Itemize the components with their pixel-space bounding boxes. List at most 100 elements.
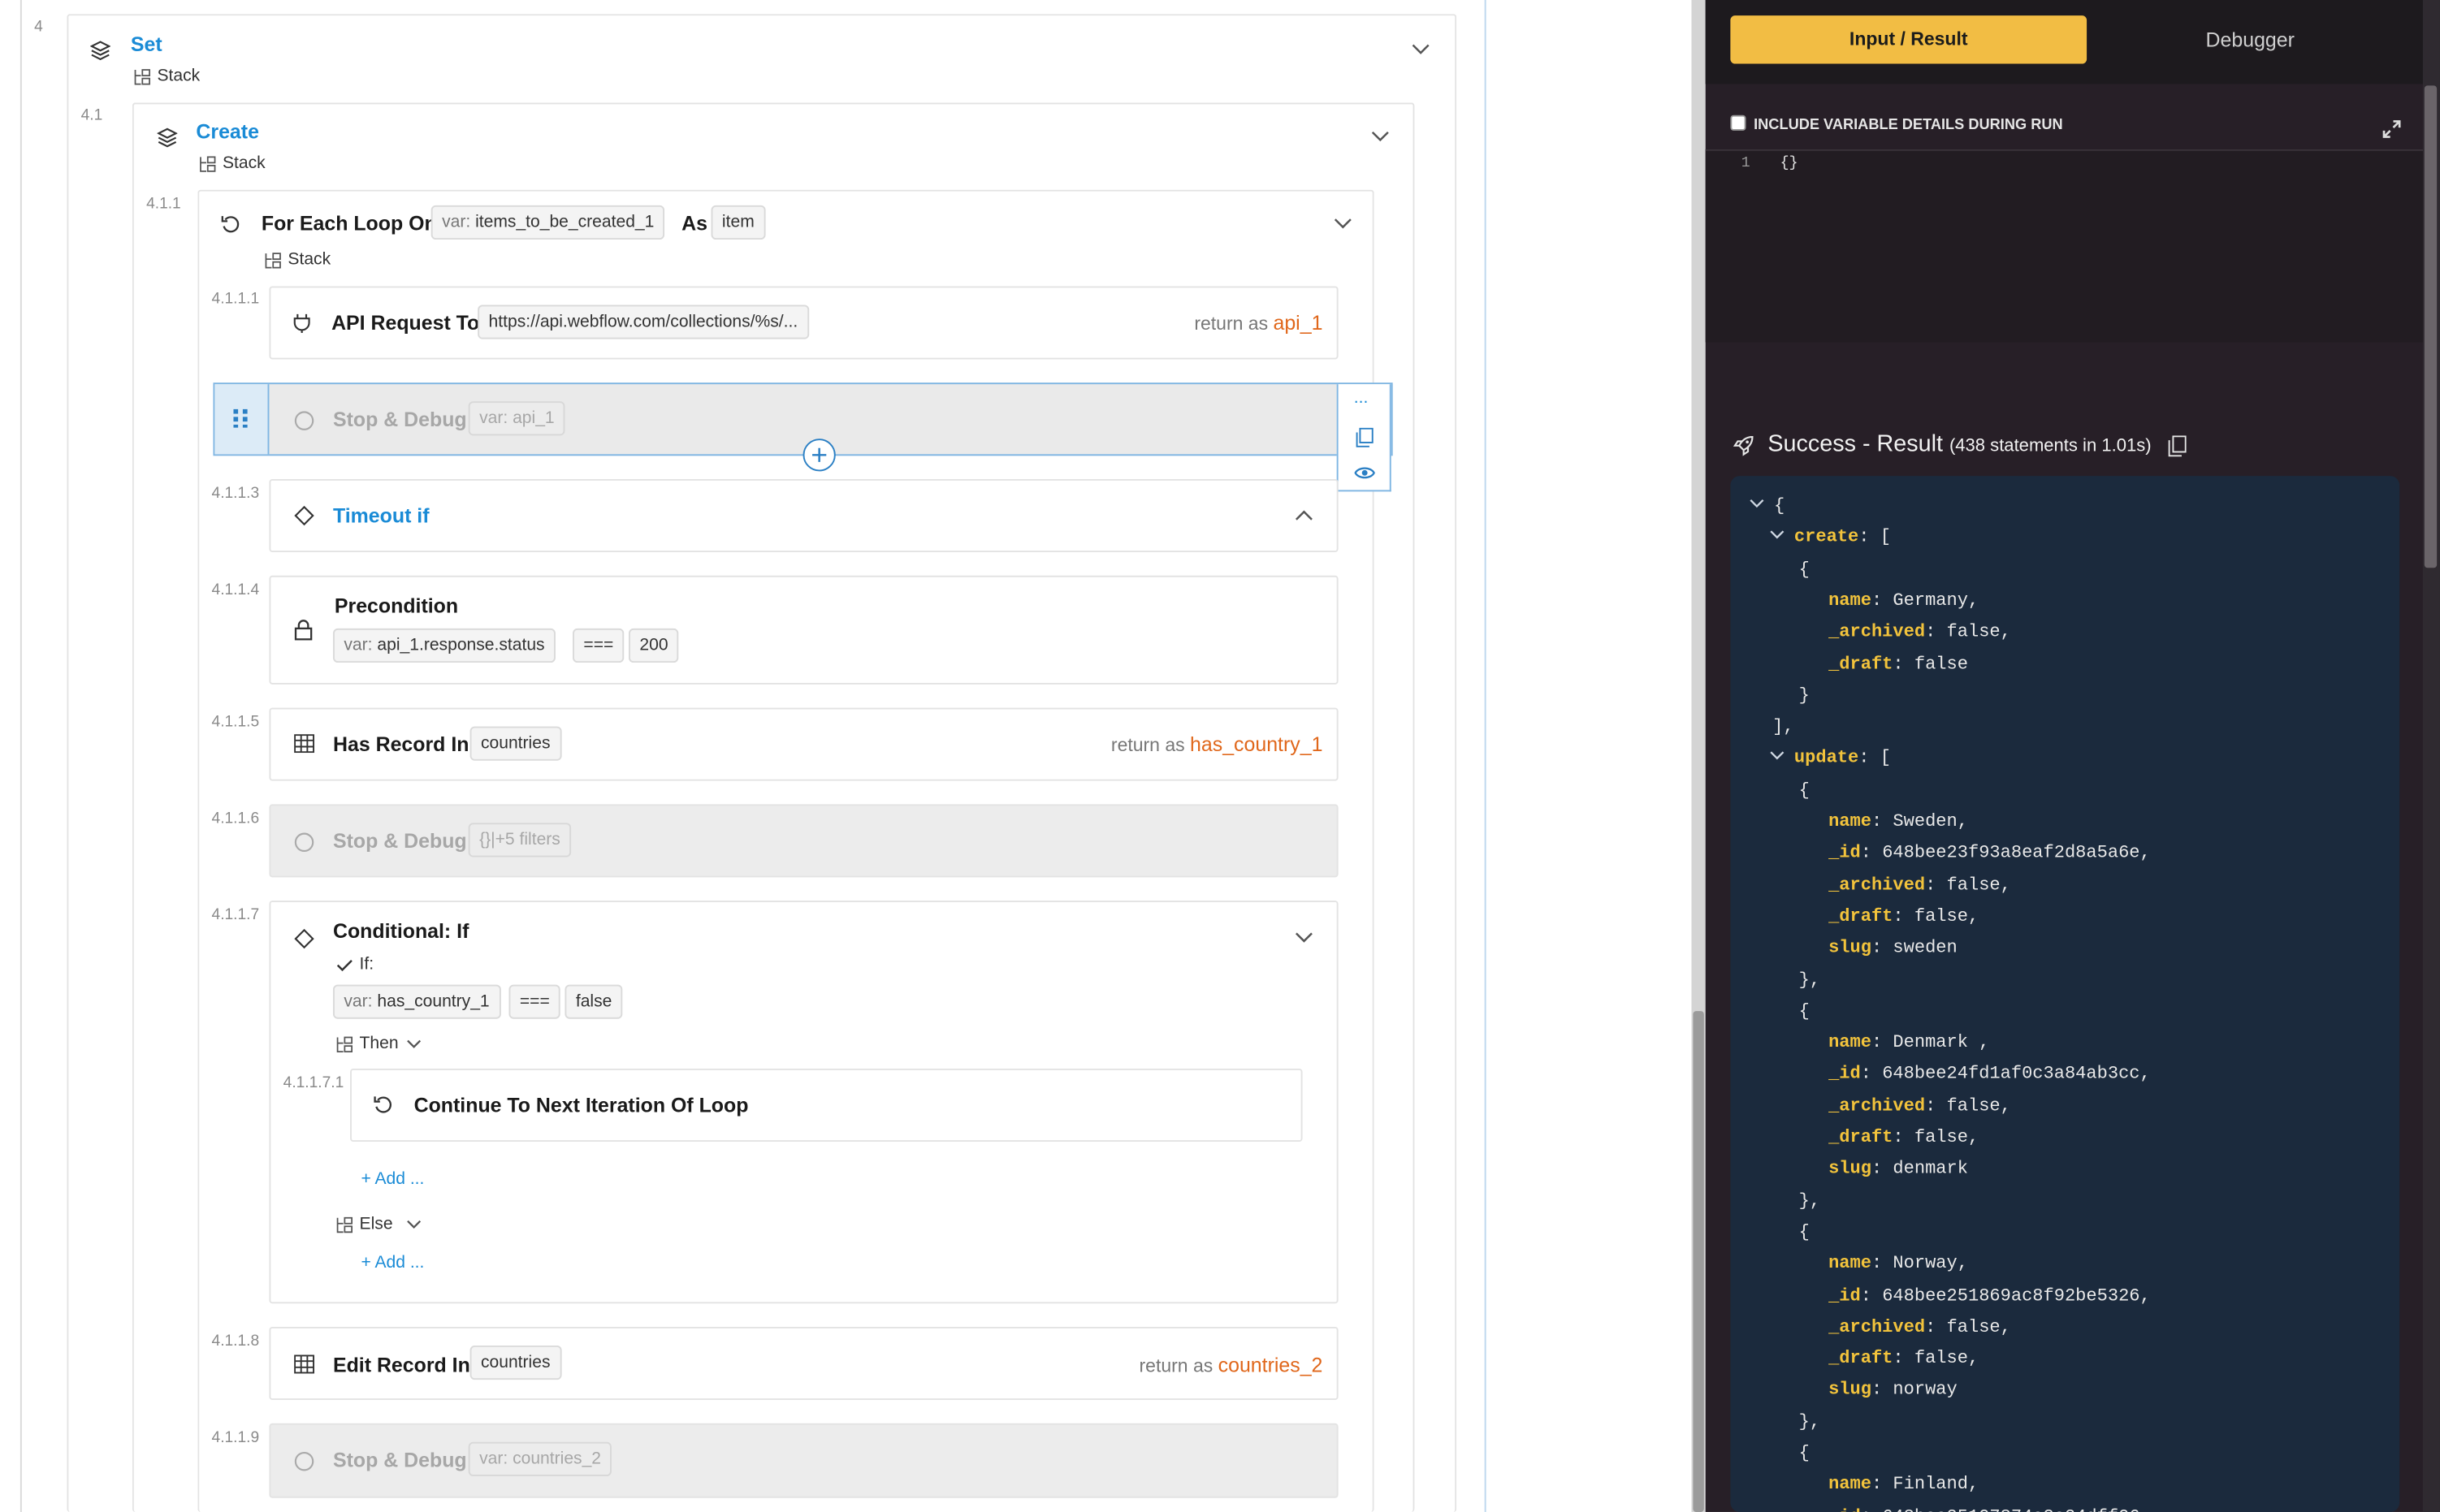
table-chip[interactable]: countries (469, 1345, 561, 1380)
collapse-caret-icon[interactable] (1749, 496, 1764, 516)
step-number: 4.1.1.7.1 (283, 1074, 344, 1092)
step-number: 4.1.1.7 (211, 906, 260, 924)
then-branch-label[interactable]: Then (360, 1035, 399, 1053)
debug-filters-chip[interactable]: {}|+5 filters (468, 823, 572, 858)
json-line: name: Norway, (1828, 1254, 1968, 1274)
add-step-button[interactable]: + Add ... (361, 1170, 424, 1189)
return-variable[interactable]: countries_2 (1218, 1354, 1323, 1377)
tab-input-result[interactable]: Input / Result (1730, 15, 2087, 64)
json-value: { (1798, 559, 1810, 580)
diamond-icon (292, 504, 314, 526)
json-line: { (1799, 1001, 1810, 1022)
json-key: name (1828, 590, 1871, 611)
chevron-down-icon[interactable] (1293, 929, 1315, 948)
json-line: ], (1772, 717, 1793, 737)
json-value: { (1798, 780, 1810, 801)
chevron-up-icon[interactable] (1293, 506, 1315, 525)
step-number: 4.1.1.8 (211, 1333, 260, 1350)
copy-icon[interactable] (2166, 434, 2188, 457)
tab-debugger[interactable]: Debugger (2126, 15, 2375, 63)
json-key: _archived (1828, 875, 1926, 896)
item-alias-chip[interactable]: item (711, 205, 766, 240)
json-line: _draft: false (1828, 654, 1968, 675)
var-name: api_1 (513, 408, 555, 428)
condition-left-chip[interactable]: var: has_country_1 (332, 984, 501, 1019)
chevron-down-icon[interactable] (1369, 127, 1391, 146)
var-name: items_to_be_created_1 (475, 213, 655, 232)
step-number: 4.1.1.6 (211, 810, 260, 828)
json-line: _archived: false, (1828, 623, 2011, 643)
chevron-down-icon[interactable] (405, 1218, 422, 1230)
json-line: _archived: false, (1828, 875, 2011, 896)
json-value: } (1798, 685, 1810, 706)
json-value: { (1798, 1222, 1810, 1243)
json-line: { (1774, 496, 1785, 516)
json-value: { (1798, 1001, 1810, 1022)
eye-icon[interactable] (1352, 464, 1378, 482)
line-number: 1 (1741, 153, 1750, 171)
json-line: _id: 648bee25107874e3e24dff06, (1828, 1506, 2151, 1512)
return-label: return as (1139, 1354, 1214, 1377)
table-chip[interactable]: countries (469, 726, 561, 761)
loop-icon (372, 1094, 394, 1116)
condition-left-chip[interactable]: var: api_1.response.status (332, 628, 556, 663)
chevron-down-icon[interactable] (1332, 214, 1354, 233)
right-scrollbar-thumb[interactable] (2424, 85, 2438, 568)
copy-icon[interactable] (1354, 426, 1376, 448)
url-chip[interactable]: https://api.webflow.com/collections/%s/.… (478, 305, 809, 339)
result-json-viewer[interactable]: {create: [{name: Germany, _archived: fals… (1730, 476, 2400, 1512)
debug-variable-chip[interactable]: var: countries_2 (468, 1441, 612, 1476)
return-variable[interactable]: has_country_1 (1190, 732, 1322, 756)
json-value: : false, (1925, 1095, 2011, 1117)
return-as: return as countries_2 (1027, 1354, 1323, 1377)
checkbox-label: INCLUDE VARIABLE DETAILS DURING RUN (1754, 116, 2063, 134)
step-timeout-if[interactable] (269, 479, 1339, 553)
return-label: return as (1194, 313, 1269, 335)
json-key: _draft (1828, 1349, 1893, 1369)
json-key: _id (1828, 843, 1861, 864)
json-value: : [ (1858, 749, 1891, 770)
loop-variable-chip[interactable]: var: items_to_be_created_1 (430, 205, 665, 240)
json-line: _archived: false, (1828, 1317, 2011, 1337)
return-variable[interactable]: api_1 (1273, 311, 1322, 335)
operator-chip[interactable]: === (573, 628, 625, 663)
json-value: : false, (1925, 622, 2011, 643)
left-scrollbar-thumb[interactable] (1693, 1011, 1704, 1512)
step-title[interactable]: Set (131, 32, 162, 56)
step-title[interactable]: Create (196, 120, 259, 144)
debug-variable-chip[interactable]: var: api_1 (468, 401, 566, 436)
json-value: : false, (1893, 906, 1979, 927)
json-value: }, (1798, 1411, 1821, 1432)
json-line: { (1799, 1444, 1810, 1464)
stack-label: Stack (157, 67, 201, 86)
collapse-caret-icon[interactable] (1769, 528, 1785, 548)
chevron-down-icon[interactable] (1410, 41, 1432, 59)
expand-icon[interactable] (2381, 119, 2403, 140)
input-json-editor[interactable]: 1 {} (1705, 149, 2425, 343)
else-branch-label[interactable]: Else (360, 1215, 393, 1233)
lock-icon (292, 619, 314, 641)
step-number: 4.1.1.1 (211, 291, 260, 309)
function-stack-canvas: 4 Set Stack 4.1 Create Stack 4.1.1 For E… (0, 0, 1692, 1512)
condition-right-chip[interactable]: false (565, 984, 623, 1019)
step-title: Conditional: If (332, 919, 469, 943)
drag-handle-icon[interactable] (231, 408, 253, 430)
operator-chip[interactable]: === (508, 984, 561, 1019)
json-value: : false, (1893, 1127, 1979, 1148)
json-value: : sweden (1871, 938, 1958, 959)
more-options-button[interactable]: ... (1354, 389, 1369, 408)
chevron-down-icon[interactable] (405, 1038, 422, 1050)
json-value: : [ (1858, 527, 1891, 548)
layers-icon (89, 39, 110, 61)
json-key: slug (1828, 1159, 1871, 1180)
include-variable-details-checkbox[interactable] (1730, 114, 1746, 131)
json-line: { (1799, 1222, 1810, 1242)
condition-right-chip[interactable]: 200 (628, 628, 679, 663)
json-key: _draft (1828, 654, 1893, 675)
collapse-caret-icon[interactable] (1769, 749, 1785, 769)
step-title: Precondition (334, 594, 459, 618)
insert-step-button[interactable] (803, 438, 836, 472)
json-line: { (1799, 559, 1810, 580)
step-title[interactable]: Timeout if (333, 504, 430, 528)
add-step-button[interactable]: + Add ... (361, 1254, 424, 1272)
